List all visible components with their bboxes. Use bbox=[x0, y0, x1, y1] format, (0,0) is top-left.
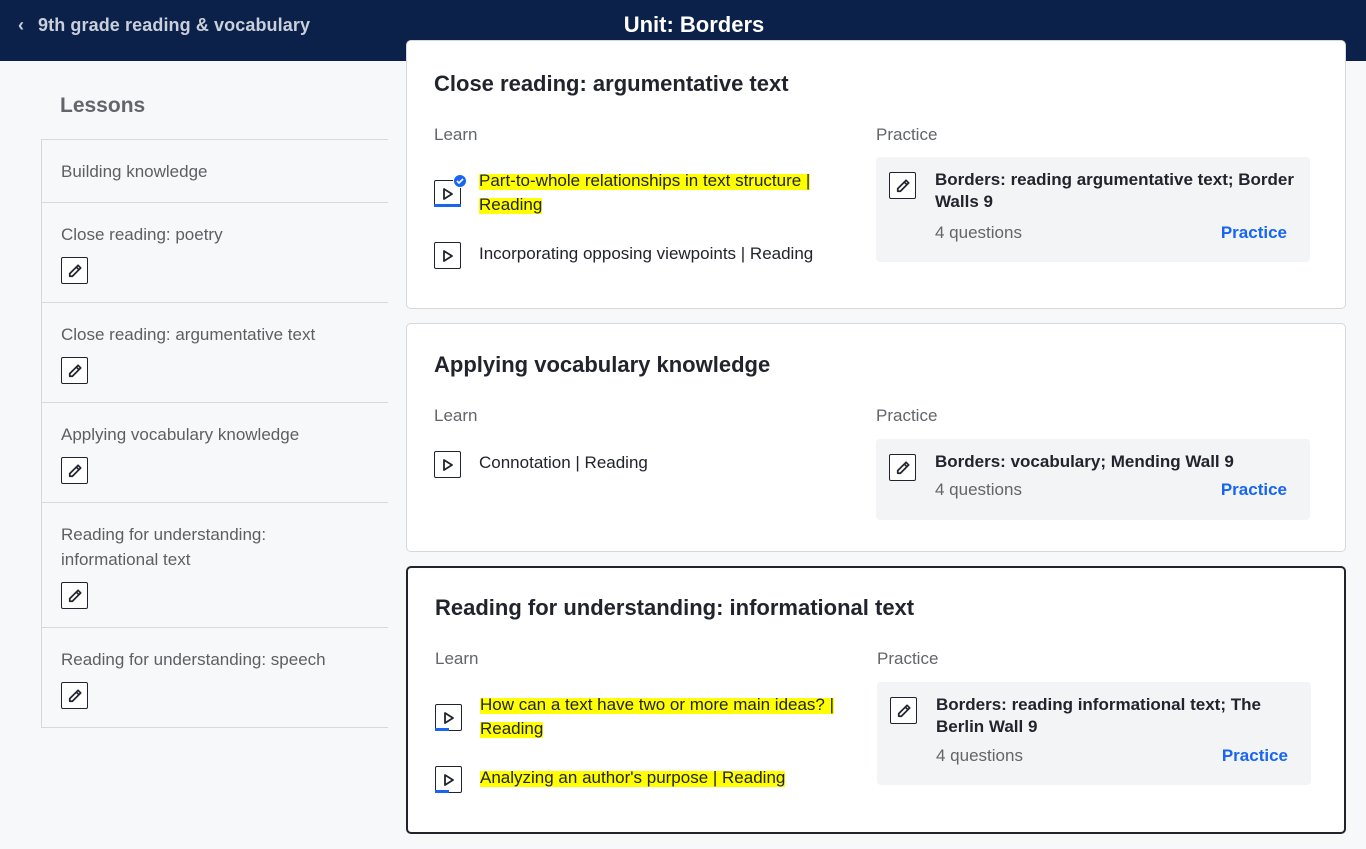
lesson-title: Close reading: argumentative text bbox=[434, 71, 789, 96]
pencil-icon bbox=[61, 457, 88, 484]
sidebar-item-label: Close reading: argumentative text bbox=[61, 325, 316, 344]
practice-exercise[interactable]: Borders: reading informational text; The… bbox=[877, 682, 1311, 785]
practice-exercise[interactable]: Borders: vocabulary; Mending Wall 9 4 qu… bbox=[876, 439, 1310, 520]
video-title: Analyzing an author's purpose | Reading bbox=[480, 768, 786, 787]
play-icon bbox=[435, 704, 462, 731]
check-icon bbox=[453, 174, 467, 188]
video-title: Connotation | Reading bbox=[479, 453, 648, 472]
learn-heading: Learn bbox=[434, 406, 478, 425]
video-item[interactable]: Part-to-whole relationships in text stru… bbox=[434, 169, 854, 217]
video-progress-bar bbox=[434, 204, 461, 207]
play-icon bbox=[434, 174, 467, 207]
pencil-icon bbox=[890, 697, 917, 724]
pencil-icon bbox=[889, 454, 916, 481]
sidebar-item-label: Close reading: poetry bbox=[61, 225, 223, 244]
lesson-title: Applying vocabulary knowledge bbox=[434, 352, 771, 377]
sidebar-item-close-reading-argumentative[interactable]: Close reading: argumentative text bbox=[42, 303, 388, 403]
sidebar-item-label: Applying vocabulary knowledge bbox=[61, 425, 300, 444]
practice-button[interactable]: Practice bbox=[1222, 746, 1288, 766]
sidebar-item-building-knowledge[interactable]: Building knowledge bbox=[42, 140, 388, 203]
sidebar-item-label: Reading for understanding: speech bbox=[61, 650, 326, 669]
sidebar-item-label: Building knowledge bbox=[61, 162, 208, 181]
lesson-title: Reading for understanding: informational… bbox=[435, 595, 915, 620]
video-item[interactable]: Incorporating opposing viewpoints | Read… bbox=[434, 242, 854, 269]
learn-heading: Learn bbox=[435, 649, 479, 668]
pencil-icon bbox=[61, 582, 88, 609]
practice-question-count: 4 questions bbox=[935, 480, 1022, 499]
video-item[interactable]: How can a text have two or more main ide… bbox=[435, 693, 855, 741]
practice-button[interactable]: Practice bbox=[1221, 480, 1287, 500]
video-title: Part-to-whole relationships in text stru… bbox=[479, 171, 811, 214]
page-title: Unit: Borders bbox=[623, 12, 765, 37]
practice-heading: Practice bbox=[876, 406, 938, 425]
practice-button[interactable]: Practice bbox=[1221, 223, 1287, 243]
pencil-icon bbox=[61, 357, 88, 384]
pencil-icon bbox=[61, 682, 88, 709]
play-icon bbox=[434, 451, 461, 478]
play-icon bbox=[434, 242, 461, 269]
practice-question-count: 4 questions bbox=[935, 223, 1022, 242]
practice-title: Borders: vocabulary; Mending Wall 9 bbox=[935, 452, 1234, 471]
video-title: Incorporating opposing viewpoints | Read… bbox=[479, 244, 814, 263]
learn-heading: Learn bbox=[434, 125, 478, 144]
lessons-list: Building knowledge Close reading: poetry… bbox=[41, 139, 388, 728]
video-item[interactable]: Analyzing an author's purpose | Reading bbox=[435, 766, 855, 793]
video-progress-bar bbox=[435, 728, 449, 731]
practice-title: Borders: reading argumentative text; Bor… bbox=[935, 170, 1294, 211]
lesson-card-applying-vocabulary: Applying vocabulary knowledge Learn Prac… bbox=[406, 323, 1346, 552]
sidebar-item-applying-vocabulary[interactable]: Applying vocabulary knowledge bbox=[42, 403, 388, 503]
practice-heading: Practice bbox=[877, 649, 939, 668]
video-progress-bar bbox=[435, 790, 449, 793]
practice-heading: Practice bbox=[876, 125, 938, 144]
video-title: How can a text have two or more main ide… bbox=[480, 695, 835, 738]
sidebar-item-speech[interactable]: Reading for understanding: speech bbox=[42, 628, 388, 728]
lesson-card-informational-text: Reading for understanding: informational… bbox=[406, 566, 1346, 834]
pencil-icon bbox=[61, 257, 88, 284]
sidebar-item-close-reading-poetry[interactable]: Close reading: poetry bbox=[42, 203, 388, 303]
lesson-card-close-reading-argumentative: Close reading: argumentative text Learn … bbox=[406, 40, 1346, 309]
pencil-icon bbox=[889, 172, 916, 199]
video-item[interactable]: Connotation | Reading bbox=[434, 451, 854, 478]
lessons-sidebar: Lessons Building knowledge Close reading… bbox=[41, 61, 388, 728]
sidebar-title: Lessons bbox=[60, 94, 146, 117]
practice-title: Borders: reading informational text; The… bbox=[936, 695, 1261, 736]
sidebar-item-label: Reading for understanding: informational… bbox=[61, 525, 267, 569]
practice-question-count: 4 questions bbox=[936, 746, 1023, 765]
sidebar-item-informational-text[interactable]: Reading for understanding: informational… bbox=[42, 503, 388, 628]
play-icon bbox=[435, 766, 462, 793]
practice-exercise[interactable]: Borders: reading argumentative text; Bor… bbox=[876, 157, 1310, 262]
